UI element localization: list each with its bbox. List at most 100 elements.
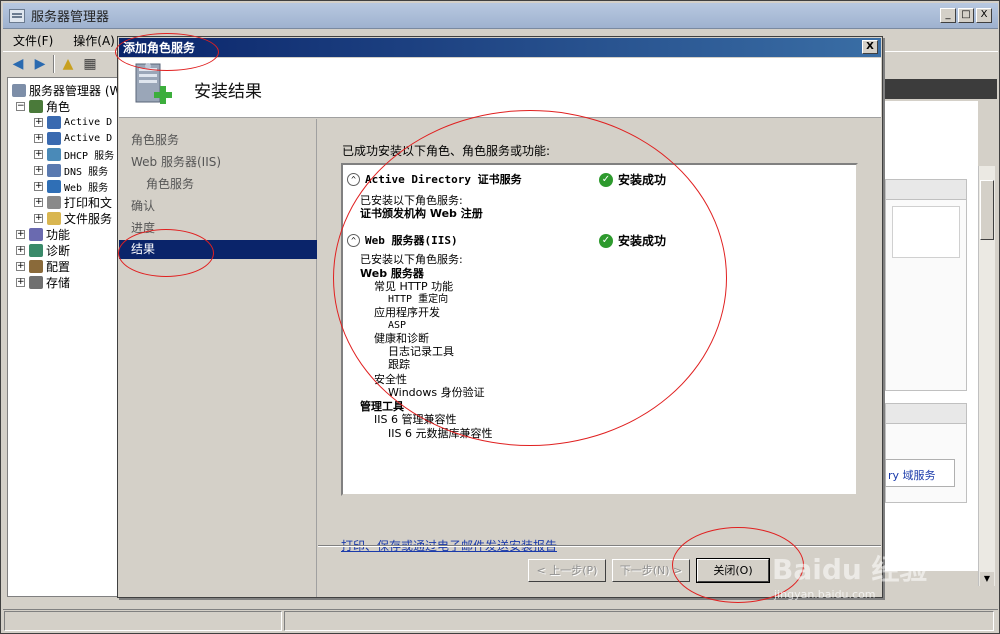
previous-button[interactable]: < 上一步(P) [528,559,606,582]
result-line: 管理工具 [360,400,404,413]
step-role-services[interactable]: 角色服务 [119,131,317,150]
server-manager-app-icon [9,8,25,23]
step-web-server-iis[interactable]: Web 服务器(IIS) [119,153,317,172]
menu-file[interactable]: 文件(F) [3,32,63,49]
footer-divider [318,545,881,547]
up-folder-icon[interactable]: ▲ [59,55,77,73]
result-line: Windows 身份验证 [388,386,485,399]
tree-item-server-manager[interactable]: 服务器管理器 (W [12,82,119,98]
dialog-title-bar[interactable]: 添加角色服务 X [119,38,881,57]
success-check-icon: ✓ [599,233,613,248]
close-button[interactable]: X [976,8,992,23]
result-line: HTTP 重定向 [388,294,449,305]
tree-item-web-server[interactable]: + Web 服务 [34,178,108,194]
step-confirmation[interactable]: 确认 [119,197,317,216]
tree-item-label: 角色 [46,99,71,114]
collapse-toggle[interactable]: − [16,101,25,111]
role-header-web-server[interactable]: ^ Web 服务器(IIS) [347,232,458,248]
tree-item-label: DNS 服务 [64,166,109,178]
wizard-steps: 角色服务 Web 服务器(IIS) 角色服务 确认 进度 结果 [119,119,317,597]
tree-item-label: 存储 [46,275,71,290]
tree-item-label: 诊断 [46,243,71,258]
role-name: Web 服务器(IIS) [365,234,458,247]
dialog-close-button[interactable]: X [862,40,878,54]
result-line: Web 服务器 [360,267,424,280]
tree-item-diagnostics[interactable]: + 诊断 [16,242,70,258]
storage-icon [29,275,43,289]
expand-toggle[interactable]: + [16,261,25,271]
step-iis-role-services[interactable]: 角色服务 [119,175,317,194]
role-header-ad-cs[interactable]: ^ Active Directory 证书服务 [347,171,522,187]
collapse-up-icon[interactable]: ^ [347,233,360,247]
tree-item-dns[interactable]: + DNS 服务 [34,162,108,178]
tree-item-label: 服务器管理器 (W [29,83,119,98]
main-title-bar[interactable]: 服务器管理器 _ □ X [3,3,998,29]
expand-toggle[interactable]: + [16,229,25,239]
tree-item-active-directory-2[interactable]: + Active D [34,130,112,146]
expand-toggle[interactable]: + [16,245,25,255]
vertical-scrollbar[interactable]: ▼ [978,166,995,586]
next-button[interactable]: 下一步(N) > [612,559,690,582]
section-header [886,404,966,424]
details-header-bar [882,79,997,99]
details-section-1 [885,179,967,391]
expand-toggle[interactable]: + [34,197,43,207]
tree-item-label: DHCP 服务 [64,150,115,162]
expand-toggle[interactable]: + [34,149,43,159]
toolbar-separator [53,54,55,73]
active-directory-icon [47,115,61,129]
tree-item-label: Active D [64,132,113,144]
section-header [886,180,966,200]
success-check-icon: ✓ [599,172,613,187]
status-badge: ✓ 安装成功 [599,171,666,188]
result-line: 常见 HTTP 功能 [374,280,454,293]
results-heading: 已成功安装以下角色、角色服务或功能: [342,144,551,158]
result-line: 健康和诊断 [374,332,429,345]
status-cell [284,611,994,631]
expand-toggle[interactable]: + [16,277,25,287]
status-bar [3,609,998,631]
menu-action[interactable]: 操作(A) [63,32,125,49]
expand-toggle[interactable]: + [34,133,43,143]
tree-item-label: Active D [64,116,113,128]
tree-item-label: 打印和文 [64,195,113,210]
configuration-icon [29,259,43,273]
restore-button[interactable]: □ [958,8,974,23]
collapse-up-icon[interactable]: ^ [347,172,360,186]
tree-item-configuration[interactable]: + 配置 [16,258,70,274]
list-view-icon[interactable]: ▦ [81,55,99,73]
tree-item-dhcp[interactable]: + DHCP 服务 [34,146,114,162]
close-dialog-button[interactable]: 关闭(O) [696,558,770,583]
features-icon [29,227,43,241]
scroll-down-arrow-icon[interactable]: ▼ [980,572,994,586]
server-icon [12,83,26,97]
installation-results-list[interactable]: ^ Active Directory 证书服务 ✓ 安装成功 已安装以下角色服务… [341,163,858,496]
tree-item-roles[interactable]: − 角色 [16,98,70,114]
tree-item-features[interactable]: + 功能 [16,226,70,242]
scrollbar-thumb[interactable] [980,180,994,240]
tree-item-label: 文件服务 [64,211,113,226]
tree-item-active-directory-1[interactable]: + Active D [34,114,112,130]
tree-item-storage[interactable]: + 存储 [16,274,70,290]
role-name: Active Directory 证书服务 [365,173,522,186]
result-line: IIS 6 元数据库兼容性 [388,427,493,440]
forward-arrow-icon[interactable]: ▶ [31,55,49,73]
folder-icon [47,211,61,225]
expand-toggle[interactable]: + [34,165,43,175]
page-title: 安装结果 [194,82,262,102]
step-progress[interactable]: 进度 [119,219,317,238]
server-install-icon [135,63,172,104]
result-line: IIS 6 管理兼容性 [374,413,457,426]
expand-toggle[interactable]: + [34,181,43,191]
dns-icon [47,163,61,177]
expand-toggle[interactable]: + [34,117,43,127]
add-role-services-dialog: 添加角色服务 X 安装结果 角色服务 Web 服务器(IIS) 角色服务 确认 … [117,36,883,598]
tree-item-print[interactable]: + 打印和文 [34,194,112,210]
expand-toggle[interactable]: + [34,213,43,223]
domain-services-link[interactable]: ry 域服务 [885,459,955,487]
tree-item-file-services[interactable]: + 文件服务 [34,210,112,226]
step-results[interactable]: 结果 [119,240,317,259]
back-arrow-icon[interactable]: ◀ [9,55,27,73]
minimize-button[interactable]: _ [940,8,956,23]
status-text: 安装成功 [618,234,667,248]
